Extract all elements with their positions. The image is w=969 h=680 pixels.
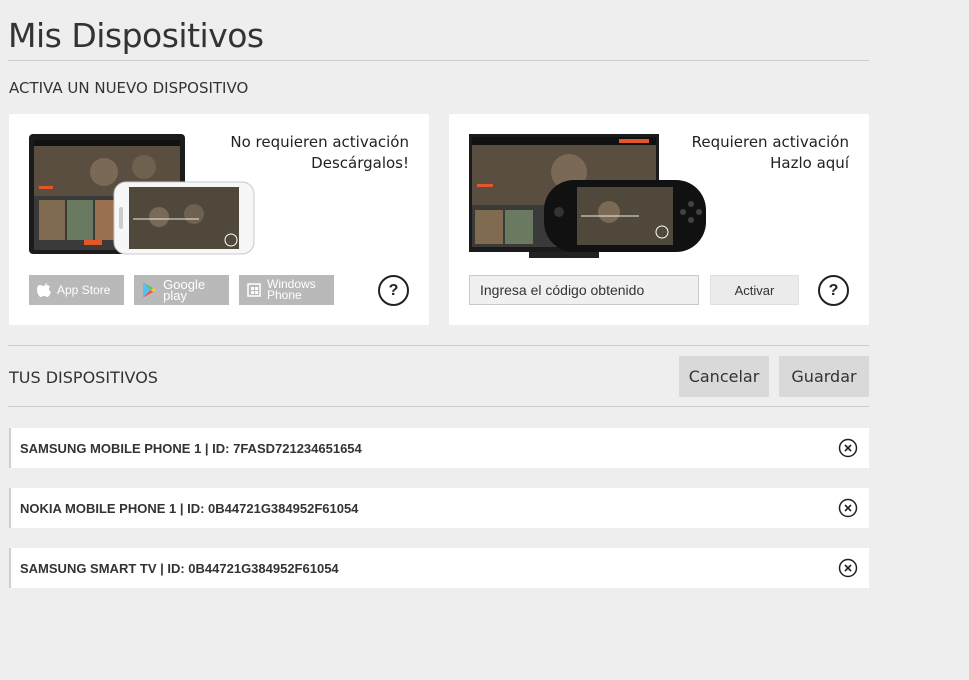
devices-section-title: TUS DISPOSITIVOS	[9, 368, 158, 387]
device-row: NOKIA MOBILE PHONE 1 | ID: 0B44721G38495…	[9, 488, 869, 528]
help-button-activation[interactable]: ?	[818, 275, 849, 306]
remove-device-icon[interactable]	[838, 558, 858, 578]
activation-heading-line1: Requieren activación	[691, 133, 849, 151]
device-row: SAMSUNG SMART TV | ID: 0B44721G384952F61…	[9, 548, 869, 588]
device-label: NOKIA MOBILE PHONE 1 | ID: 0B44721G38495…	[20, 500, 359, 516]
activation-code-input[interactable]	[469, 275, 699, 305]
remove-device-icon[interactable]	[838, 498, 858, 518]
activation-card: Requieren activación Hazlo aquí Activar …	[449, 114, 869, 325]
device-row: SAMSUNG MOBILE PHONE 1 | ID: 7FASD721234…	[9, 428, 869, 468]
activation-heading-line2: Hazlo aquí	[770, 154, 849, 172]
activate-section-title: ACTIVA UN NUEVO DISPOSITIVO	[9, 79, 249, 97]
windows-phone-button[interactable]: Windows Phone	[239, 275, 334, 305]
devices-top-divider	[8, 345, 869, 346]
device-label: SAMSUNG SMART TV | ID: 0B44721G384952F61…	[20, 560, 339, 576]
google-play-button[interactable]: Google play	[134, 275, 229, 305]
windows-phone-label: Windows Phone	[267, 278, 316, 302]
activate-button[interactable]: Activar	[710, 275, 799, 305]
save-button[interactable]: Guardar	[779, 356, 869, 397]
tv-console-illustration	[469, 134, 706, 258]
app-store-label: App Store	[57, 282, 111, 297]
windows-icon	[247, 283, 261, 297]
no-activation-card: No requieren activación Descárgalos! App…	[9, 114, 429, 325]
google-play-icon	[142, 282, 157, 298]
devices-bottom-divider	[8, 406, 869, 407]
page-title: Mis Dispositivos	[8, 16, 264, 55]
device-label: SAMSUNG MOBILE PHONE 1 | ID: 7FASD721234…	[20, 440, 362, 456]
google-play-label: Google play	[163, 277, 206, 303]
app-store-button[interactable]: App Store	[29, 275, 124, 305]
apple-icon	[37, 283, 51, 297]
remove-device-icon[interactable]	[838, 438, 858, 458]
windows-label-line2: Phone	[267, 288, 302, 302]
help-button-download[interactable]: ?	[378, 275, 409, 306]
no-activation-heading: No requieren activación Descárgalos!	[230, 132, 409, 174]
no-activation-heading-line1: No requieren activación	[230, 133, 409, 151]
activation-heading: Requieren activación Hazlo aquí	[692, 132, 849, 174]
cancel-button[interactable]: Cancelar	[679, 356, 769, 397]
title-divider	[8, 60, 869, 61]
no-activation-heading-line2: Descárgalos!	[311, 154, 409, 172]
